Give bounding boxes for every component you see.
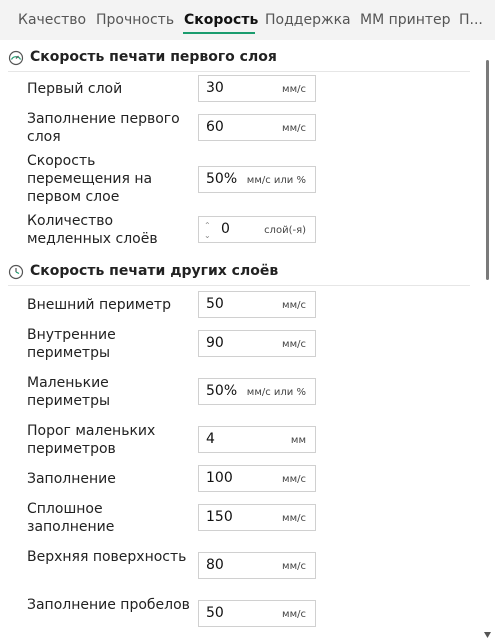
spin-control[interactable]: ⌃ ⌄ (202, 219, 214, 240)
chevron-down-icon[interactable]: ⌄ (204, 232, 211, 240)
chevron-up-icon[interactable]: ⌃ (204, 222, 211, 230)
field-value[interactable]: 4 (206, 431, 215, 447)
tab-quality[interactable]: Качество (18, 12, 86, 28)
row-label: Верхняя поверхность (27, 549, 187, 565)
field-value[interactable]: 50 (206, 296, 224, 312)
vertical-scrollbar[interactable] (486, 60, 489, 280)
active-tab-indicator (183, 32, 255, 34)
row-label: Порог маленьких периметров (27, 423, 156, 457)
field-unit: мм (290, 435, 306, 446)
field-value[interactable]: 60 (206, 119, 224, 135)
section-divider (8, 71, 470, 72)
field-value[interactable]: 30 (206, 80, 224, 96)
row-label: Сплошное заполнение (27, 501, 115, 535)
field-unit: мм/с (282, 84, 306, 95)
settings-panel: Скорость печати первого слоя Первый слой… (0, 40, 495, 641)
first-layer-infill-speed-field[interactable]: 60 мм/с (198, 114, 316, 141)
first-layer-travel-speed-field[interactable]: 50% мм/с или % (198, 166, 316, 193)
row-label: Количество медленных слоёв (27, 213, 158, 247)
tab-mm-printer[interactable]: MM принтер (360, 12, 451, 28)
field-unit: мм/с (282, 339, 306, 350)
row-label: Заполнение (27, 471, 116, 487)
gap-fill-speed-field[interactable]: 50 мм/с (198, 600, 316, 627)
field-value[interactable]: 90 (206, 335, 224, 351)
field-value[interactable]: 50% (206, 171, 237, 187)
field-unit: мм/с (282, 513, 306, 524)
tab-bar: Качество Прочность Скорость Поддержка MM… (0, 0, 495, 40)
tab-strength[interactable]: Прочность (96, 12, 174, 28)
outer-perimeter-speed-field[interactable]: 50 мм/с (198, 291, 316, 318)
field-unit: мм/с (282, 609, 306, 620)
field-value[interactable]: 50 (206, 605, 224, 621)
field-unit: слой(-я) (264, 225, 306, 236)
section-divider (8, 285, 470, 286)
tab-more[interactable]: П... (459, 12, 483, 28)
inner-perimeters-speed-field[interactable]: 90 мм/с (198, 330, 316, 357)
infill-speed-field[interactable]: 100 мм/с (198, 465, 316, 492)
speedometer-icon (8, 50, 24, 66)
row-label: Внешний периметр (27, 297, 171, 313)
scroll-down-arrow-icon[interactable] (484, 632, 491, 638)
section-header-other-layers: Скорость печати других слоёв (0, 262, 470, 286)
top-surface-speed-field[interactable]: 80 мм/с (198, 552, 316, 579)
field-unit: мм/с (282, 561, 306, 572)
small-perimeters-threshold-field[interactable]: 4 мм (198, 426, 316, 453)
field-value[interactable]: 0 (221, 221, 230, 237)
row-label: Первый слой (27, 81, 123, 97)
field-value[interactable]: 100 (206, 470, 233, 486)
tab-support[interactable]: Поддержка (265, 12, 351, 28)
field-value[interactable]: 150 (206, 509, 233, 525)
field-unit: мм/с (282, 474, 306, 485)
row-label: Маленькие периметры (27, 375, 111, 409)
field-unit: мм/с (282, 123, 306, 134)
row-label: Внутренние периметры (27, 327, 116, 361)
field-unit: мм/с или % (246, 387, 306, 398)
field-unit: мм/с или % (246, 175, 306, 186)
solid-infill-speed-field[interactable]: 150 мм/с (198, 504, 316, 531)
first-layer-speed-field[interactable]: 30 мм/с (198, 75, 316, 102)
speed-clock-icon (8, 264, 24, 280)
section-title: Скорость печати первого слоя (30, 49, 277, 65)
section-header-first-layer: Скорость печати первого слоя (0, 48, 470, 72)
field-value[interactable]: 80 (206, 557, 224, 573)
field-value[interactable]: 50% (206, 383, 237, 399)
row-label: Скорость перемещения на первом слое (27, 153, 153, 205)
field-unit: мм/с (282, 300, 306, 311)
row-label: Заполнение пробелов (27, 597, 190, 613)
row-label: Заполнение первого слоя (27, 111, 180, 145)
tab-speed[interactable]: Скорость (184, 12, 258, 28)
slow-layers-count-field[interactable]: ⌃ ⌄ 0 слой(-я) (198, 216, 316, 243)
small-perimeters-speed-field[interactable]: 50% мм/с или % (198, 378, 316, 405)
section-title: Скорость печати других слоёв (30, 263, 279, 279)
